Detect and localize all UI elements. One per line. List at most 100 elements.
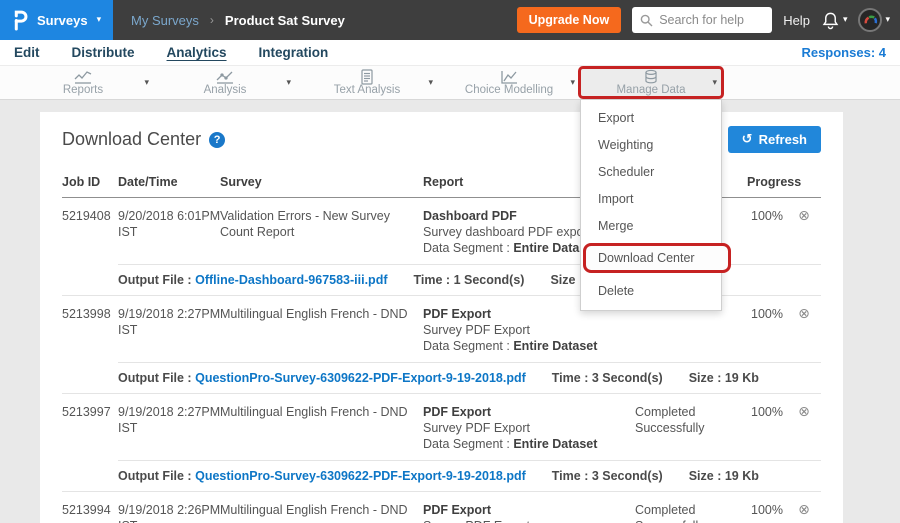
- job-progress: 100%: [747, 306, 797, 354]
- app-logo-menu[interactable]: Surveys ▾: [0, 0, 113, 40]
- breadcrumb-current-survey: Product Sat Survey: [225, 13, 345, 28]
- cancel-job-icon[interactable]: ⊗: [798, 306, 810, 322]
- bell-icon: [821, 11, 840, 30]
- breadcrumb: My Surveys › Product Sat Survey: [131, 13, 345, 28]
- menu-item-weighting[interactable]: Weighting: [581, 131, 721, 158]
- table-row: 5213997 9/19/2018 2:27PMIST Multilingual…: [62, 394, 821, 492]
- survey-nav: Edit Distribute Analytics Integration Re…: [0, 40, 900, 66]
- trend-chart-icon: [215, 70, 235, 85]
- job-status: Completed Successfully: [635, 502, 747, 523]
- job-status: [635, 306, 747, 354]
- questionpro-logo-icon: [13, 10, 28, 31]
- account-menu[interactable]: ▾: [858, 8, 890, 32]
- toolbar-label: Text Analysis: [334, 84, 400, 96]
- job-survey: Multilingual English French - DND: [220, 306, 423, 354]
- output-file-link[interactable]: Offline-Dashboard-967583-iii.pdf: [195, 273, 387, 287]
- line-chart-icon: [73, 70, 93, 85]
- job-id: 5213997: [62, 404, 118, 452]
- menu-item-export[interactable]: Export: [581, 104, 721, 131]
- chevron-down-icon[interactable]: ▾: [712, 78, 717, 88]
- chevron-down-icon[interactable]: ▾: [428, 78, 433, 88]
- toolbar-item-text-analysis[interactable]: Text Analysis ▾: [296, 66, 438, 99]
- toolbar-label: Manage Data: [616, 84, 685, 96]
- col-header-datetime: Date/Time: [118, 175, 220, 189]
- job-progress: 100%: [747, 502, 797, 523]
- nav-item-distribute[interactable]: Distribute: [72, 45, 135, 60]
- job-status: Completed Successfully: [635, 404, 747, 452]
- page-title: Download Center: [62, 129, 201, 150]
- refresh-label: Refresh: [759, 132, 807, 147]
- breadcrumb-separator-icon: ›: [210, 13, 214, 27]
- breadcrumb-my-surveys[interactable]: My Surveys: [131, 13, 199, 28]
- manage-data-dropdown: Export Weighting Scheduler Import Merge …: [580, 100, 722, 311]
- nav-item-edit[interactable]: Edit: [14, 45, 40, 60]
- nav-item-integration[interactable]: Integration: [259, 45, 329, 60]
- toolbar-item-choice-modelling[interactable]: Choice Modelling ▾: [438, 66, 580, 99]
- bar-line-chart-icon: [500, 70, 519, 85]
- menu-item-download-center[interactable]: Download Center: [583, 243, 731, 273]
- toolbar-item-analysis[interactable]: Analysis ▾: [154, 66, 296, 99]
- chevron-down-icon[interactable]: ▾: [570, 78, 575, 88]
- col-header-survey: Survey: [220, 175, 423, 189]
- download-center-panel: Download Center ? ↺ Refresh Job ID Date/…: [40, 112, 843, 523]
- job-survey: Multilingual English French - DND: [220, 502, 423, 523]
- responses-count[interactable]: Responses: 4: [801, 45, 886, 60]
- top-bar: Surveys ▾ My Surveys › Product Sat Surve…: [0, 0, 900, 40]
- job-datetime: 9/19/2018 2:27PMIST: [118, 306, 220, 354]
- job-datetime: 9/20/2018 6:01PMIST: [118, 208, 220, 256]
- job-progress: 100%: [747, 208, 797, 256]
- job-id: 5213998: [62, 306, 118, 354]
- job-report: PDF Export Survey PDF Export Data Segmen…: [423, 306, 635, 354]
- chevron-down-icon: ▾: [843, 15, 848, 25]
- nav-item-analytics[interactable]: Analytics: [167, 45, 227, 60]
- help-search-box[interactable]: [632, 7, 772, 33]
- output-file-link[interactable]: QuestionPro-Survey-6309622-PDF-Export-9-…: [195, 371, 526, 385]
- cancel-job-icon[interactable]: ⊗: [798, 502, 810, 518]
- surveys-menu-label: Surveys: [37, 13, 88, 28]
- chevron-down-icon: ▾: [97, 15, 102, 25]
- col-header-cancel: [797, 175, 821, 189]
- job-progress: 100%: [747, 404, 797, 452]
- avatar: [858, 8, 882, 32]
- job-datetime: 9/19/2018 2:27PMIST: [118, 404, 220, 452]
- toolbar-label: Reports: [63, 84, 103, 96]
- cancel-job-icon[interactable]: ⊗: [798, 208, 810, 224]
- cancel-job-icon[interactable]: ⊗: [798, 404, 810, 420]
- help-link[interactable]: Help: [783, 13, 810, 28]
- toolbar-label: Analysis: [204, 84, 247, 96]
- output-file-row: Output File : QuestionPro-Survey-6309622…: [118, 460, 821, 491]
- toolbar-item-manage-data[interactable]: Manage Data ▾: [580, 66, 722, 99]
- menu-item-scheduler[interactable]: Scheduler: [581, 158, 721, 185]
- chevron-down-icon[interactable]: ▾: [144, 78, 149, 88]
- database-icon: [642, 69, 660, 85]
- chevron-down-icon[interactable]: ▾: [286, 78, 291, 88]
- job-report: PDF Export Survey PDF Export Data Segmen…: [423, 502, 635, 523]
- job-id: 5213994: [62, 502, 118, 523]
- job-survey: Multilingual English French - DND: [220, 404, 423, 452]
- col-header-job-id: Job ID: [62, 175, 118, 189]
- job-survey: Validation Errors - New Survey Count Rep…: [220, 208, 423, 256]
- help-question-icon[interactable]: ?: [209, 132, 225, 148]
- notifications-menu[interactable]: ▾: [821, 11, 848, 30]
- chevron-down-icon: ▾: [885, 15, 890, 25]
- topbar-actions: Upgrade Now Help ▾: [517, 0, 890, 40]
- search-input[interactable]: [659, 13, 764, 27]
- toolbar-item-reports[interactable]: Reports ▾: [12, 66, 154, 99]
- analytics-toolbar: Reports ▾ Analysis ▾: [0, 66, 900, 100]
- toolbar-label: Choice Modelling: [465, 84, 553, 96]
- document-chart-icon: [359, 69, 375, 85]
- job-datetime: 9/19/2018 2:26PMIST: [118, 502, 220, 523]
- job-id: 5219408: [62, 208, 118, 256]
- output-file-row: Output File : QuestionPro-Survey-6309622…: [118, 362, 821, 393]
- refresh-icon: ↺: [742, 132, 753, 147]
- col-header-progress: Progress: [747, 175, 797, 189]
- table-row: 5213994 9/19/2018 2:26PMIST Multilingual…: [62, 492, 821, 523]
- search-icon: [640, 14, 653, 27]
- menu-item-merge[interactable]: Merge: [581, 212, 721, 239]
- job-report: PDF Export Survey PDF Export Data Segmen…: [423, 404, 635, 452]
- menu-item-delete[interactable]: Delete: [581, 277, 721, 304]
- menu-item-import[interactable]: Import: [581, 185, 721, 212]
- upgrade-now-button[interactable]: Upgrade Now: [517, 7, 622, 33]
- refresh-button[interactable]: ↺ Refresh: [728, 126, 821, 153]
- output-file-link[interactable]: QuestionPro-Survey-6309622-PDF-Export-9-…: [195, 469, 526, 483]
